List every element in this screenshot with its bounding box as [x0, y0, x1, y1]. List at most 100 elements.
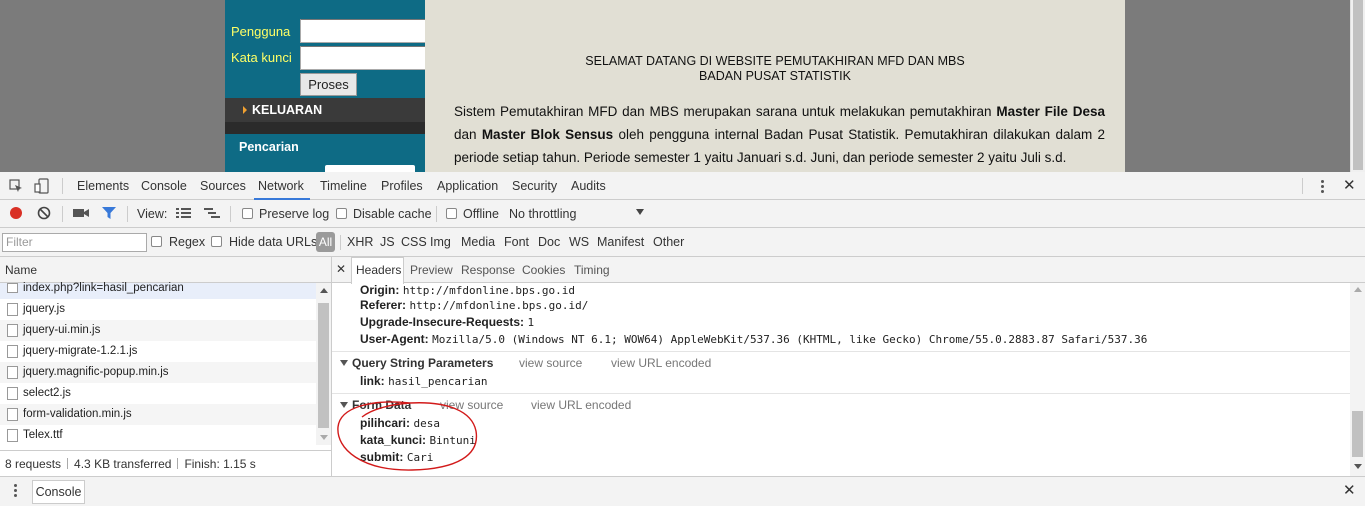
scrollbar-thumb[interactable]	[1352, 411, 1363, 457]
annotation-circle	[337, 401, 478, 471]
detail-scrollbar[interactable]	[1350, 283, 1365, 476]
request-count: 8 requests	[5, 457, 62, 471]
file-icon	[7, 408, 18, 421]
chevron-down-icon[interactable]	[636, 209, 644, 215]
tab-headers-label[interactable]: Headers	[356, 263, 401, 277]
more-options-icon[interactable]	[1321, 180, 1324, 195]
filter-icon[interactable]	[101, 206, 117, 220]
tab-timeline[interactable]: Timeline	[320, 179, 367, 193]
request-list-scrollbar[interactable]	[316, 283, 331, 445]
regex-checkbox[interactable]	[151, 236, 162, 247]
inspect-element-icon[interactable]	[9, 179, 23, 193]
type-filter-media[interactable]: Media	[461, 235, 495, 249]
menu-keluaran[interactable]: KELUARAN	[225, 98, 425, 122]
type-filter-css[interactable]: CSS	[401, 235, 427, 249]
page-scrollbar-thumb[interactable]	[1353, 0, 1363, 170]
type-filter-ws[interactable]: WS	[569, 235, 589, 249]
drawer-menu-icon[interactable]	[14, 484, 17, 499]
request-row[interactable]: form-validation.min.js	[0, 404, 316, 425]
file-icon	[7, 387, 18, 400]
query-view-url-encoded-link[interactable]: view URL encoded	[611, 356, 711, 370]
scroll-down-icon[interactable]	[1354, 464, 1362, 469]
scroll-up-icon[interactable]	[320, 288, 328, 293]
menu-pencarian[interactable]: Pencarian	[239, 140, 299, 154]
overview-icon[interactable]	[204, 207, 220, 219]
type-filter-other[interactable]: Other	[653, 235, 684, 249]
tab-network[interactable]: Network	[258, 179, 304, 193]
view-label: View:	[137, 207, 168, 221]
type-filter-manifest[interactable]: Manifest	[597, 235, 644, 249]
tab-response[interactable]: Response	[461, 263, 515, 277]
filter-input[interactable]: Filter	[2, 233, 147, 252]
scroll-up-icon[interactable]	[1354, 287, 1362, 292]
welcome-subtitle: BADAN PUSAT STATISTIK	[699, 69, 851, 83]
proses-button[interactable]: Proses	[300, 73, 357, 96]
caret-down-icon	[340, 360, 348, 366]
type-filter-img[interactable]: Img	[430, 235, 451, 249]
intro-paragraph: Sistem Pemutakhiran MFD dan MBS merupaka…	[454, 104, 1106, 165]
close-devtools-icon[interactable]: ✕	[1343, 178, 1356, 193]
separator	[62, 178, 63, 194]
tab-elements[interactable]: Elements	[77, 179, 129, 193]
throttling-select[interactable]: No throttling	[509, 207, 576, 221]
page-scrollbar[interactable]	[1350, 0, 1365, 172]
large-rows-icon[interactable]	[176, 207, 191, 219]
tab-sources[interactable]: Sources	[200, 179, 246, 193]
query-view-source-link[interactable]: view source	[519, 356, 582, 370]
request-name: index.php?link=hasil_pencarian	[23, 282, 184, 294]
pencarian-input[interactable]	[325, 165, 415, 172]
hide-data-urls-checkbox[interactable]	[211, 236, 222, 247]
file-icon	[7, 345, 18, 358]
disable-cache-checkbox[interactable]	[336, 208, 347, 219]
request-row[interactable]: jquery-migrate-1.2.1.js	[0, 341, 316, 362]
request-row[interactable]: Telex.ttf	[0, 425, 316, 446]
request-name: jquery.js	[23, 303, 65, 315]
close-detail-icon[interactable]: ✕	[336, 262, 346, 277]
tab-preview[interactable]: Preview	[410, 263, 453, 277]
tab-timing[interactable]: Timing	[574, 263, 610, 277]
form-view-url-encoded-link[interactable]: view URL encoded	[531, 398, 631, 412]
scrollbar-thumb[interactable]	[318, 303, 329, 428]
offline-checkbox[interactable]	[446, 208, 457, 219]
type-filter-font[interactable]: Font	[504, 235, 529, 249]
request-list-panel: Name index.php?link=hasil_pencarian jque…	[0, 257, 332, 476]
tab-security[interactable]: Security	[512, 179, 557, 193]
record-icon[interactable]	[9, 206, 23, 220]
type-filter-xhr[interactable]: XHR	[347, 235, 373, 249]
tab-cookies[interactable]: Cookies	[522, 263, 565, 277]
request-row[interactable]: jquery-ui.min.js	[0, 320, 316, 341]
file-icon	[7, 429, 18, 442]
webpage-viewport: Pengguna Kata kunci Proses KELUARAN Penc…	[0, 0, 1365, 172]
device-toolbar-icon[interactable]	[34, 178, 50, 194]
transferred-size: 4.3 KB transferred	[74, 457, 172, 471]
tab-audits[interactable]: Audits	[571, 179, 606, 193]
tab-console[interactable]: Console	[141, 179, 187, 193]
clear-icon[interactable]	[37, 206, 51, 220]
type-filter-js[interactable]: JS	[380, 235, 395, 249]
tab-application[interactable]: Application	[437, 179, 498, 193]
password-input[interactable]	[300, 46, 425, 70]
preserve-log-label: Preserve log	[259, 207, 330, 221]
divider	[332, 351, 1350, 352]
separator	[340, 235, 341, 250]
preserve-log-checkbox[interactable]	[242, 208, 253, 219]
tab-profiles[interactable]: Profiles	[381, 179, 423, 193]
request-row[interactable]: jquery.js	[0, 299, 316, 320]
separator	[436, 206, 437, 222]
capture-screenshots-icon[interactable]	[73, 207, 89, 219]
drawer-tab-console[interactable]: Console	[32, 480, 85, 504]
column-header-name[interactable]: Name	[0, 257, 331, 283]
user-input[interactable]	[300, 19, 425, 43]
query-string-section[interactable]: Query String Parameters	[340, 356, 493, 370]
type-filter-all[interactable]: All	[316, 232, 335, 252]
request-row[interactable]: index.php?link=hasil_pencarian	[0, 282, 316, 299]
type-filter-doc[interactable]: Doc	[538, 235, 560, 249]
request-row[interactable]: select2.js	[0, 383, 316, 404]
scroll-down-icon[interactable]	[320, 435, 328, 440]
password-label: Kata kunci	[231, 50, 292, 65]
close-drawer-icon[interactable]: ✕	[1343, 483, 1356, 498]
finish-time: Finish: 1.15 s	[184, 457, 256, 471]
menu-keluaran-label: KELUARAN	[252, 103, 323, 117]
hide-data-urls-label: Hide data URLs	[229, 235, 318, 249]
request-row[interactable]: jquery.magnific-popup.min.js	[0, 362, 316, 383]
